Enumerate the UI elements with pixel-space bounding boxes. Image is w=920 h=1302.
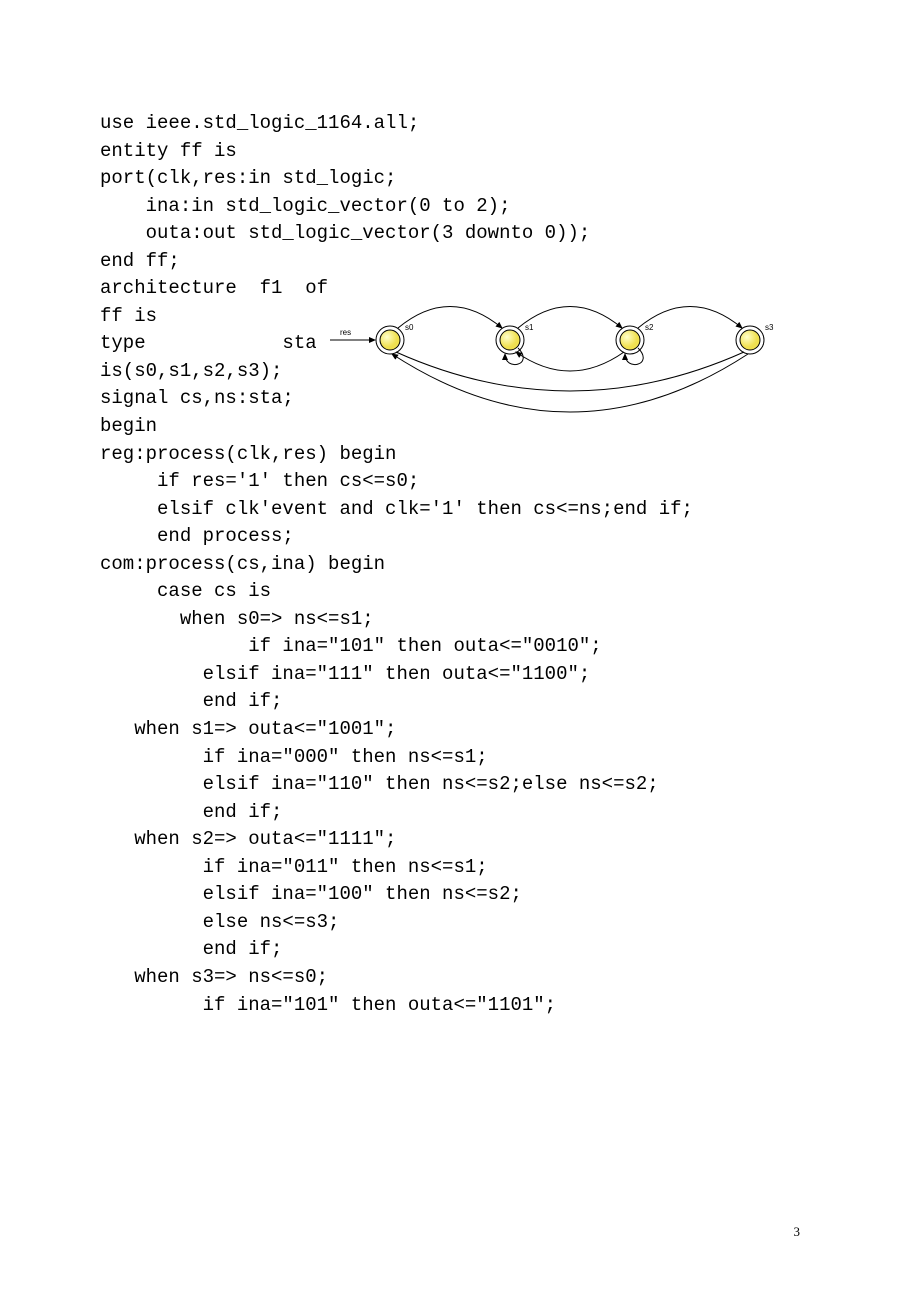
code-line: elsif clk'event and clk='1' then cs<=ns;… (100, 496, 820, 524)
code-line: case cs is (100, 578, 820, 606)
res-label: res (340, 328, 351, 337)
code-line: ina:in std_logic_vector(0 to 2); (100, 193, 820, 221)
svg-text:s0: s0 (405, 323, 414, 332)
code-line: port(clk,res:in std_logic; (100, 165, 820, 193)
code-line: when s2=> outa<="1111"; (100, 826, 820, 854)
code-line: if res='1' then cs<=s0; (100, 468, 820, 496)
state-s0: s0 (376, 323, 414, 354)
code-line: end if; (100, 936, 820, 964)
code-line: com:process(cs,ina) begin (100, 551, 820, 579)
page-number: 3 (794, 1223, 801, 1242)
code-line: when s3=> ns<=s0; (100, 964, 820, 992)
code-line: ff is (100, 303, 328, 331)
code-line: is(s0,s1,s2,s3); (100, 358, 328, 386)
code-line: if ina="101" then outa<="1101"; (100, 992, 820, 1020)
svg-text:s3: s3 (765, 323, 774, 332)
code-line: outa:out std_logic_vector(3 downto 0)); (100, 220, 820, 248)
code-line: end if; (100, 688, 820, 716)
code-line: end ff; (100, 248, 820, 276)
code-line: if ina="011" then ns<=s1; (100, 854, 820, 882)
svg-text:s2: s2 (645, 323, 654, 332)
code-line: when s1=> outa<="1001"; (100, 716, 820, 744)
svg-text:s1: s1 (525, 323, 534, 332)
code-line: end process; (100, 523, 820, 551)
code-line: type sta (100, 330, 328, 358)
code-line: end if; (100, 799, 820, 827)
code-line: signal cs,ns:sta; (100, 385, 328, 413)
code-line: else ns<=s3; (100, 909, 820, 937)
code-line: if ina="000" then ns<=s1; (100, 744, 820, 772)
code-line: entity ff is (100, 138, 820, 166)
code-line: use ieee.std_logic_1164.all; (100, 110, 820, 138)
code-line: architecture f1 of (100, 275, 328, 303)
state-diagram: res s0 s1 s2 s3 (330, 290, 810, 460)
code-line: elsif ina="100" then ns<=s2; (100, 881, 820, 909)
code-line: if ina="101" then outa<="0010"; (100, 633, 820, 661)
code-line: elsif ina="110" then ns<=s2;else ns<=s2; (100, 771, 820, 799)
code-line: elsif ina="111" then outa<="1100"; (100, 661, 820, 689)
code-line: when s0=> ns<=s1; (100, 606, 820, 634)
